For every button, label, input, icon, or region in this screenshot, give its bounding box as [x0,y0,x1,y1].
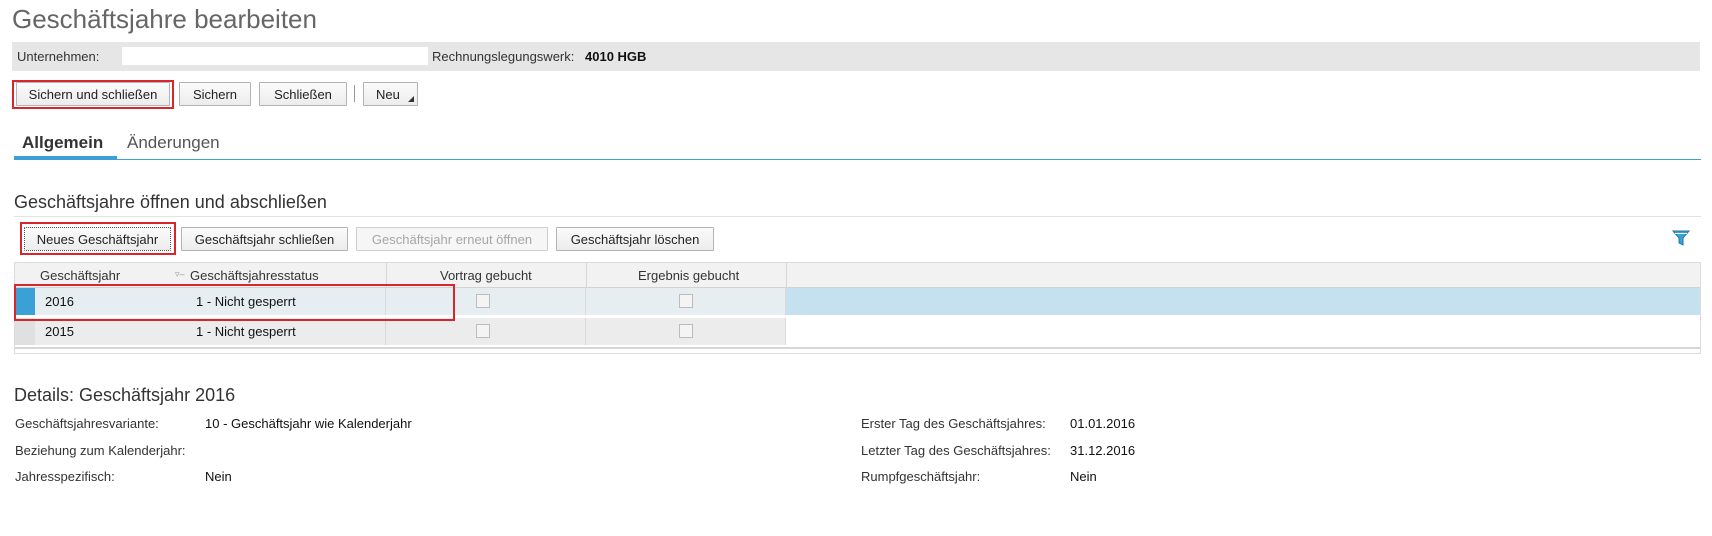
new-dropdown-button[interactable]: Neu [363,82,418,106]
detail-value: 01.01.2016 [1070,416,1136,431]
highlight-frame [12,80,174,109]
active-tab-indicator [14,156,117,160]
carry-forward-checkbox[interactable] [476,294,490,308]
highlight-frame [14,284,455,321]
dropdown-arrow-icon [408,96,414,102]
section-divider [14,216,1701,217]
page-title: Geschäftsjahre bearbeiten [12,4,317,34]
reopen-fiscal-year-button[interactable]: Geschäftsjahr erneut öffnen [356,227,548,251]
detail-label: Erster Tag des Geschäftsjahres: [861,416,1046,431]
detail-value: Nein [1070,469,1097,484]
detail-label: Letzter Tag des Geschäftsjahres: [861,443,1051,458]
ledger-value: 4010 HGB [585,49,647,64]
company-label: Unternehmen: [17,49,100,64]
detail-label: Geschäftsjahresvariante: [15,416,159,431]
column-divider [786,263,787,287]
result-posted-checkbox[interactable] [679,294,693,308]
detail-label: Beziehung zum Kalenderjahr: [15,443,186,458]
detail-value: 10 - Geschäftsjahr wie Kalenderjahr [205,416,412,431]
new-button-label: Neu [376,86,400,102]
column-header-status[interactable]: Geschäftsjahresstatus [190,268,319,283]
detail-label: Rumpfgeschäftsjahr: [861,469,981,484]
cell-year: 2015 [45,324,74,339]
tab-general[interactable]: Allgemein [22,133,103,153]
table-scroll-line [15,347,1700,349]
carry-forward-checkbox[interactable] [476,324,490,338]
close-fiscal-year-button[interactable]: Geschäftsjahr schließen [181,227,348,251]
redacted-area [122,47,428,65]
result-posted-checkbox[interactable] [679,324,693,338]
tab-changes[interactable]: Änderungen [127,133,220,153]
ledger-label: Rechnungslegungswerk: [432,49,575,64]
context-bar: Unternehmen: Rechnungslegungswerk: 4010 … [12,42,1700,71]
details-title: Details: Geschäftsjahr 2016 [14,385,236,405]
table-row[interactable]: 2015 1 - Nicht gesperrt [15,318,1700,345]
close-button[interactable]: Schließen [259,82,347,106]
column-header-result-posted[interactable]: Ergebnis gebucht [638,268,739,283]
detail-label: Jahresspezifisch: [15,469,115,484]
column-header-carry-forward[interactable]: Vortrag gebucht [440,268,532,283]
tab-bar-line [14,159,1701,160]
filter-icon[interactable] [1672,229,1690,247]
row-selector[interactable] [15,318,35,345]
highlight-frame [20,222,176,255]
save-button[interactable]: Sichern [179,82,251,106]
cell-status: 1 - Nicht gesperrt [196,324,296,339]
sort-icon[interactable]: ▿– [175,269,185,280]
column-divider [586,263,587,287]
column-header-year[interactable]: Geschäftsjahr [40,268,120,283]
toolbar-separator [354,85,355,102]
detail-value: Nein [205,469,232,484]
section-title: Geschäftsjahre öffnen und abschließen [14,192,327,212]
detail-value: 31.12.2016 [1070,443,1136,458]
delete-fiscal-year-button[interactable]: Geschäftsjahr löschen [556,227,714,251]
